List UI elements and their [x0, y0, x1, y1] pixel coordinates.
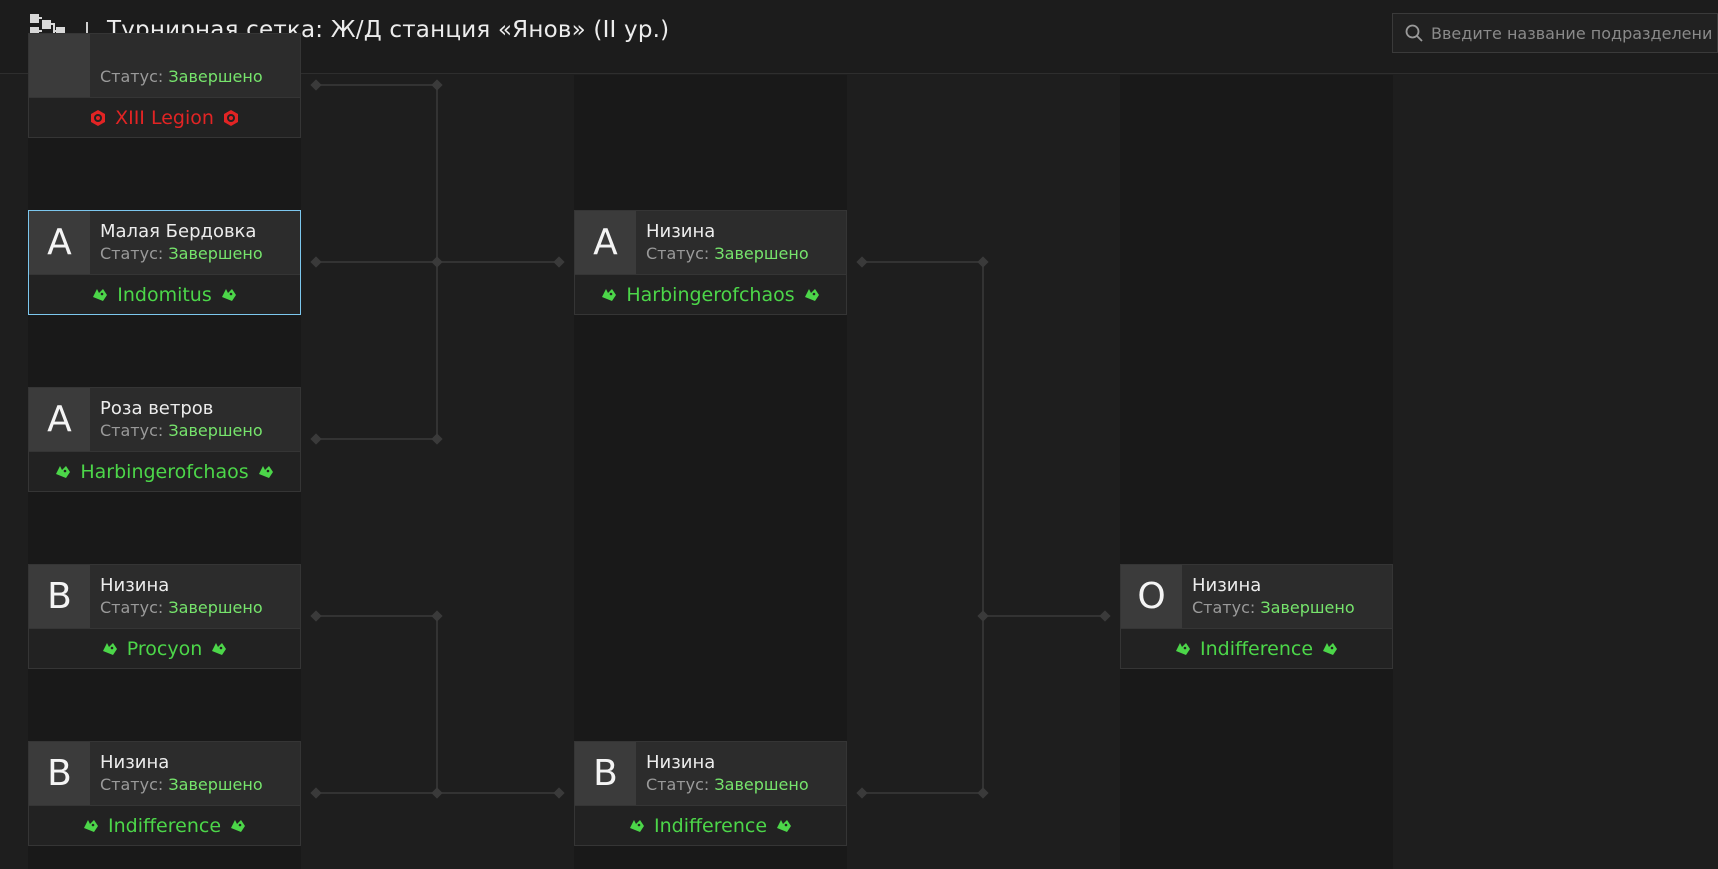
green-wolf-icon — [83, 820, 98, 832]
green-wolf-icon — [221, 289, 236, 301]
red-skull-emblem-icon — [223, 110, 238, 126]
match-card[interactable]: O Низина Статус: Завершено Indifference — [1120, 564, 1393, 669]
red-skull-emblem-icon — [91, 110, 106, 126]
status-text: Статус: Завершено — [100, 67, 263, 86]
status-text: Статус: Завершено — [100, 421, 263, 440]
winner-team-name: Indifference — [653, 815, 768, 837]
green-wolf-icon — [1175, 643, 1190, 655]
stage-badge: A — [575, 211, 636, 274]
winner-row: Indifference — [1121, 628, 1392, 669]
green-wolf-icon — [602, 289, 617, 301]
stage-badge: O — [1121, 565, 1182, 628]
green-wolf-icon — [93, 289, 108, 301]
stage-badge — [29, 34, 90, 97]
location-name: Низина — [100, 752, 170, 773]
winner-row: Harbingerofchaos — [575, 274, 846, 315]
match-card[interactable]: A Низина Статус: Завершено Harbingerofch… — [574, 210, 847, 315]
location-name: Роза ветров — [100, 398, 214, 419]
green-wolf-icon — [231, 820, 246, 832]
location-name: Низина — [1192, 575, 1262, 596]
stage-badge: B — [29, 742, 90, 805]
green-wolf-icon — [212, 643, 227, 655]
winner-team-name: Harbingerofchaos — [80, 461, 249, 483]
match-card[interactable]: B Низина Статус: Завершено Indifference — [574, 741, 847, 846]
green-wolf-icon — [56, 466, 71, 478]
location-name: Низина — [100, 575, 170, 596]
stage-badge: A — [29, 211, 90, 274]
green-wolf-icon — [629, 820, 644, 832]
winner-team-name: Indomitus — [117, 284, 212, 306]
winner-row: Indomitus — [29, 274, 300, 315]
winner-team-name: Harbingerofchaos — [626, 284, 795, 306]
winner-team-name: Procyon — [126, 638, 203, 660]
round-3-column — [1120, 75, 1393, 869]
location-name: Малая Бердовка — [100, 221, 257, 242]
status-text: Статус: Завершено — [100, 244, 263, 263]
match-card[interactable]: B Низина Статус: Завершено Procyon — [28, 564, 301, 669]
green-wolf-icon — [1323, 643, 1338, 655]
green-wolf-icon — [258, 466, 273, 478]
status-text: Статус: Завершено — [100, 598, 263, 617]
status-text: Статус: Завершено — [646, 244, 809, 263]
stage-badge: B — [29, 565, 90, 628]
green-wolf-icon — [102, 643, 117, 655]
green-wolf-icon — [777, 820, 792, 832]
winner-team-name: XIII Legion — [115, 107, 214, 129]
winner-row: Indifference — [29, 805, 300, 846]
stage-badge: B — [575, 742, 636, 805]
green-wolf-icon — [804, 289, 819, 301]
search-box[interactable] — [1392, 13, 1718, 53]
location-name: Низина — [646, 752, 716, 773]
stage-badge: A — [29, 388, 90, 451]
status-text: Статус: Завершено — [1192, 598, 1355, 617]
winner-row: Harbingerofchaos — [29, 451, 300, 492]
match-card[interactable]: A Роза ветров Статус: Завершено Harbinge… — [28, 387, 301, 492]
status-text: Статус: Завершено — [646, 775, 809, 794]
status-text: Статус: Завершено — [100, 775, 263, 794]
match-card[interactable]: B Низина Статус: Завершено Indifference — [28, 741, 301, 846]
match-card[interactable]: A Малая Бердовка Статус: Завершено Indom… — [28, 210, 301, 315]
search-icon — [1405, 24, 1423, 42]
search-input[interactable] — [1431, 14, 1711, 52]
location-name: Низина — [646, 221, 716, 242]
match-card[interactable]: Статус: Завершено XIII Legion — [28, 33, 301, 138]
winner-team-name: Indifference — [107, 815, 222, 837]
winner-row: Indifference — [575, 805, 846, 846]
winner-row: Procyon — [29, 628, 300, 669]
winner-team-name: Indifference — [1199, 638, 1314, 660]
winner-row: XIII Legion — [29, 97, 300, 138]
